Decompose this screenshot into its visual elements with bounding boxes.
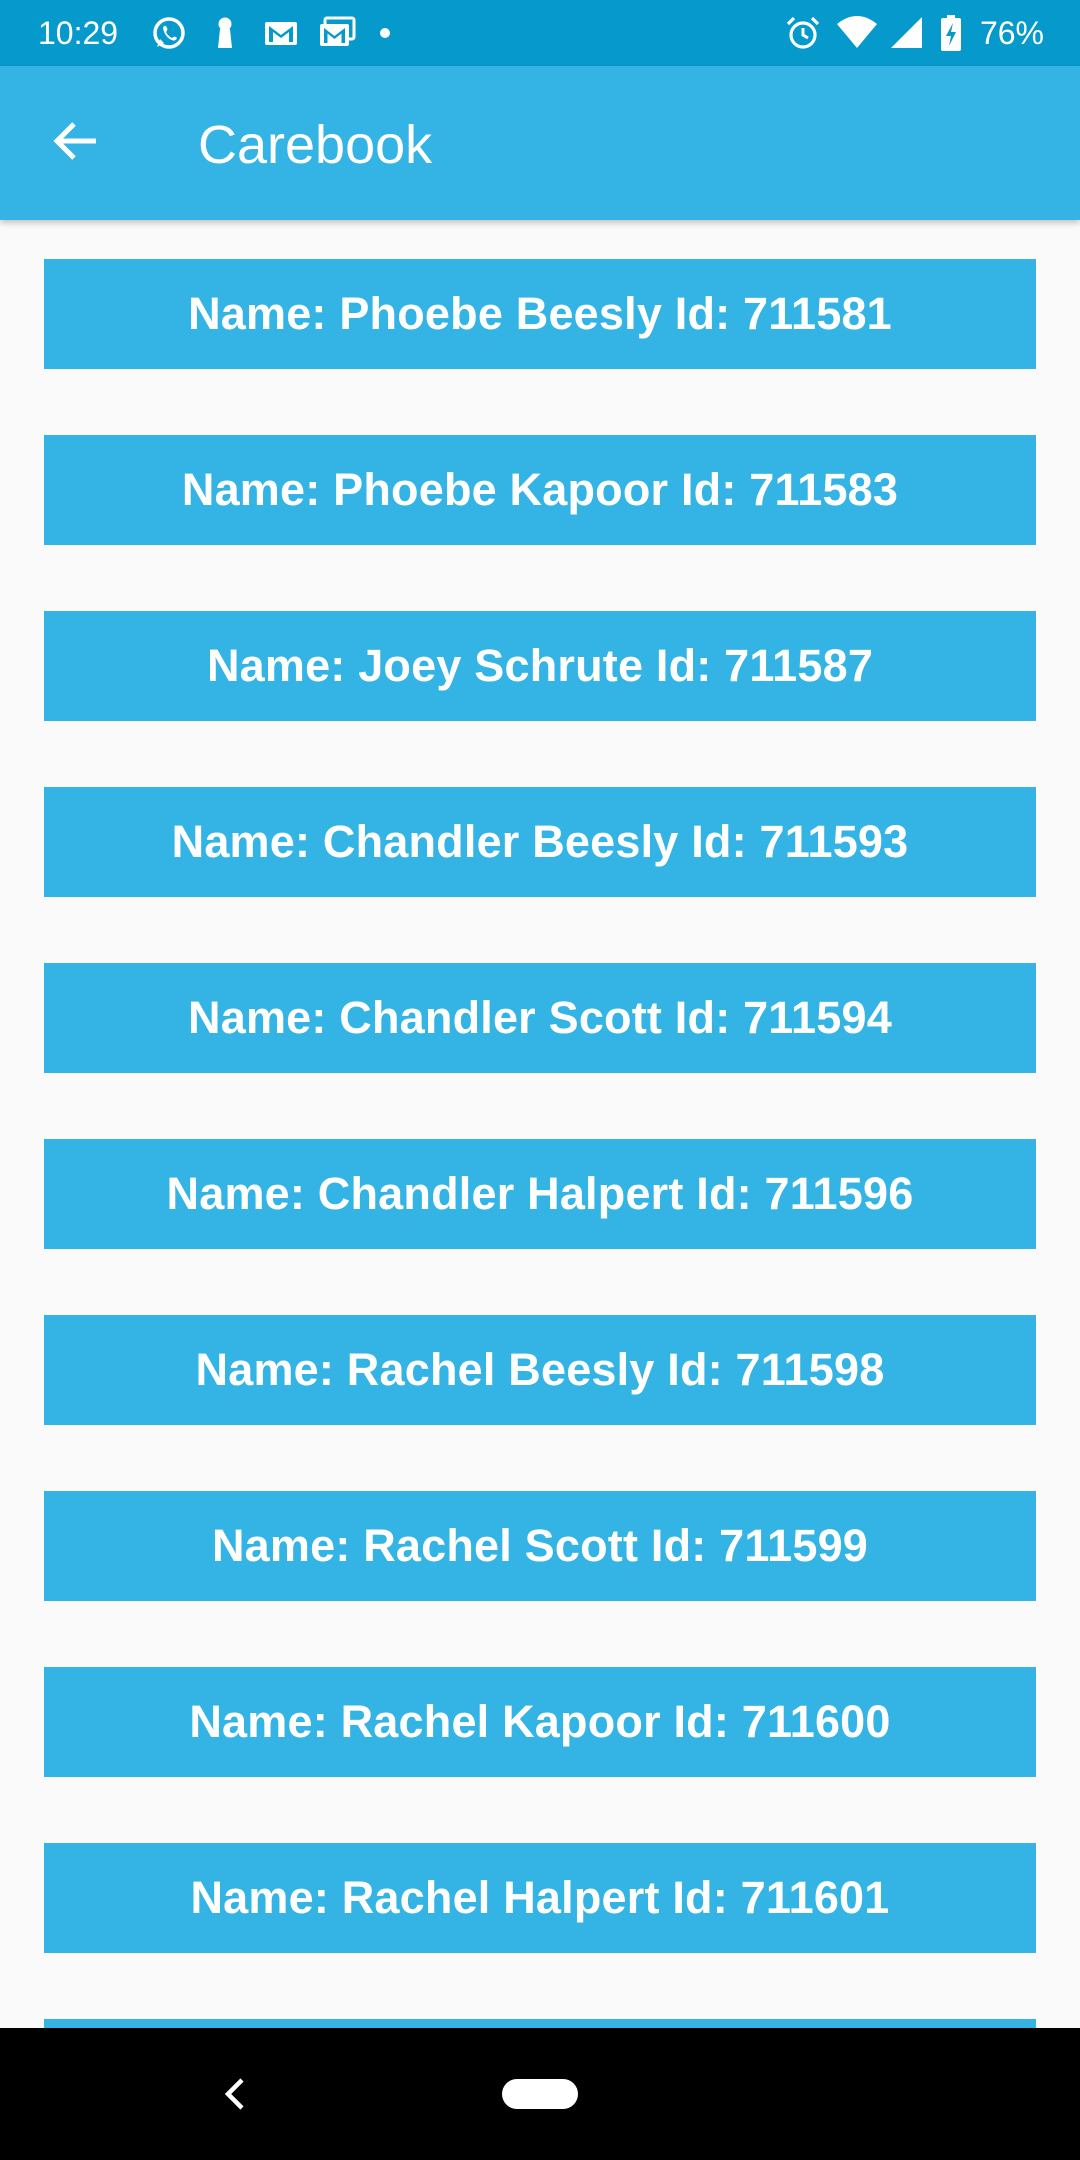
list-item[interactable]: Name: Rachel Beesly Id: 711598 [44, 1315, 1036, 1425]
alarm-icon [784, 14, 822, 52]
list-item[interactable]: Name: Chandler Beesly Id: 711593 [44, 787, 1036, 897]
signal-icon [888, 14, 926, 52]
list-item[interactable]: Name: Rachel Scott Id: 711599 [44, 1491, 1036, 1601]
home-pill-icon[interactable] [502, 2079, 578, 2109]
list-item[interactable]: Name: Phoebe Kapoor Id: 711583 [44, 435, 1036, 545]
whatsapp-icon [150, 14, 188, 52]
patient-list[interactable]: Name: Phoebe Beesly Id: 711581 Name: Pho… [0, 220, 1080, 2028]
list-item[interactable]: Name: Phoebe Beesly Id: 711581 [44, 259, 1036, 369]
status-time: 10:29 [38, 15, 119, 51]
gmail-stack-icon [318, 14, 356, 52]
battery-percent: 76% [979, 15, 1044, 51]
system-icons: 76% [784, 14, 1044, 52]
nav-back-icon[interactable] [214, 2072, 258, 2116]
list-item[interactable]: Name: Rachel Halpert Id: 711601 [44, 1843, 1036, 1953]
list-item[interactable]: Name: Joey Schrute Id: 711587 [44, 611, 1036, 721]
status-bar: 10:29 76% [0, 0, 1080, 66]
screen: 10:29 76% Carebook Name: Phoebe Beesly I… [0, 0, 1080, 2160]
navigation-bar [0, 2028, 1080, 2160]
list-item[interactable]: Name: Chandler Halpert Id: 711596 [44, 1139, 1036, 1249]
page-title: Carebook [198, 115, 433, 175]
wifi-icon [836, 14, 877, 52]
arrow-back-icon [52, 117, 100, 170]
list-item[interactable]: Name: Chandler Scott Id: 711594 [44, 963, 1036, 1073]
app-bar: Carebook [0, 66, 1080, 220]
list-item[interactable] [44, 2019, 1036, 2028]
gmail-icon [262, 14, 300, 52]
list-item[interactable]: Name: Rachel Kapoor Id: 711600 [44, 1667, 1036, 1777]
notification-dot-icon [380, 28, 390, 38]
notification-icons [150, 14, 390, 52]
battery-charging-icon [940, 14, 962, 52]
back-button[interactable] [36, 109, 116, 177]
keyhole-icon [206, 14, 244, 52]
